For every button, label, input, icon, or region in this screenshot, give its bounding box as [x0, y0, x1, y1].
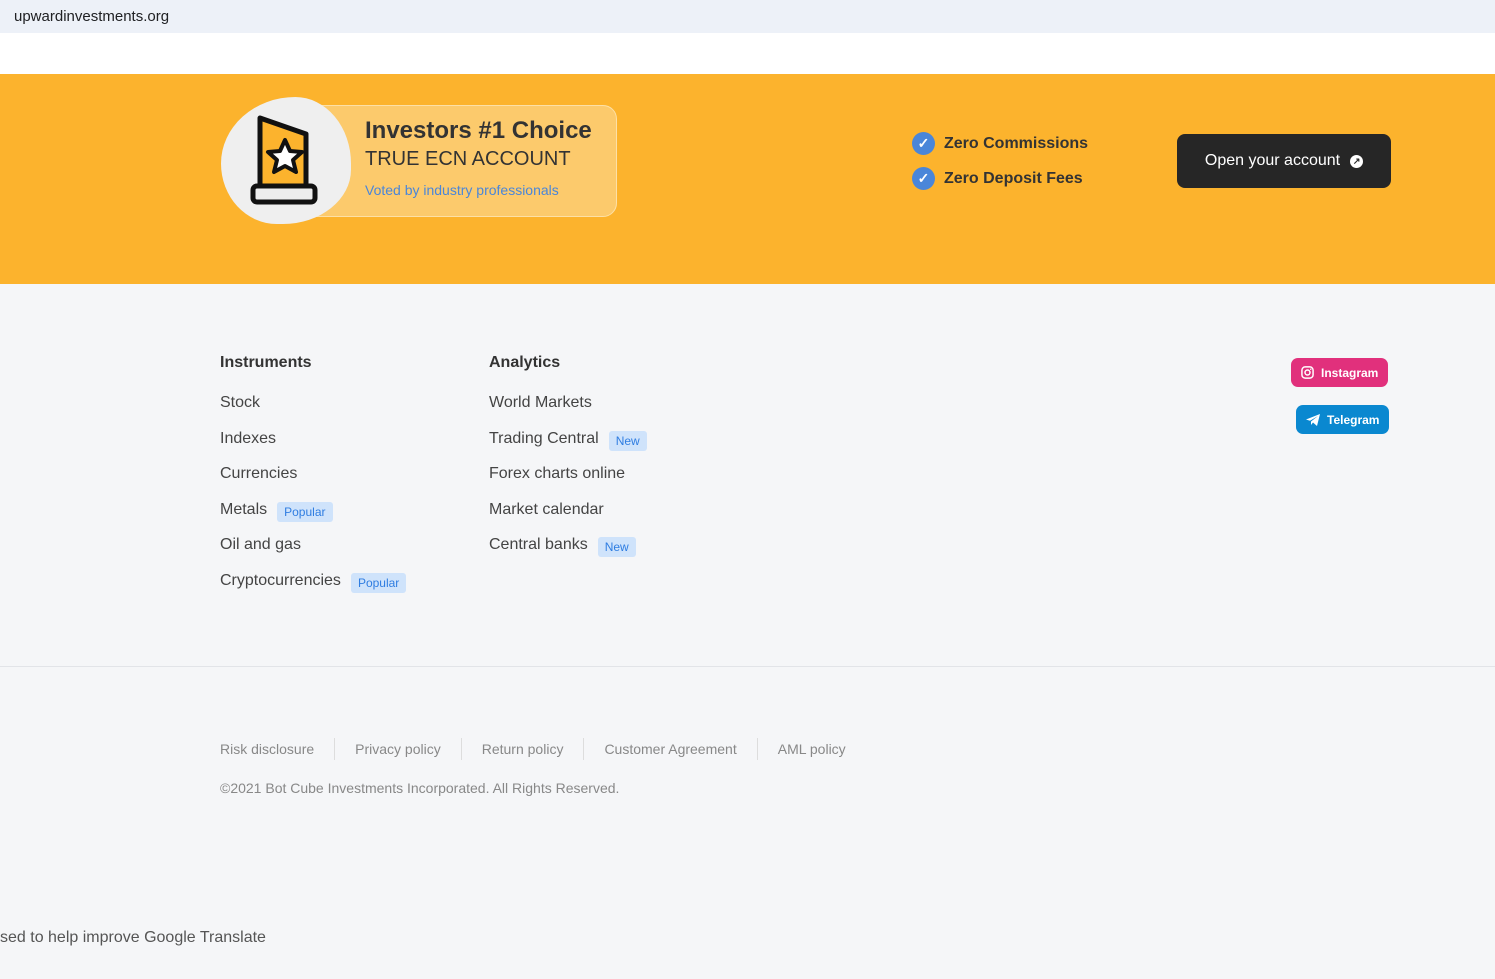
instrument-link[interactable]: Stock: [220, 394, 406, 430]
instrument-link[interactable]: Cryptocurrencies Popular: [220, 571, 407, 608]
url-text: upwardinvestments.org: [14, 8, 170, 25]
telegram-button[interactable]: Telegram: [1296, 405, 1390, 434]
footer-link[interactable]: AML policy: [756, 738, 866, 760]
footer-link[interactable]: Risk disclosure: [220, 738, 334, 760]
link-label: Trading Central: [489, 429, 599, 447]
instrument-link[interactable]: Metals Popular: [220, 501, 406, 537]
open-account-button[interactable]: Open your account ↗: [1177, 134, 1391, 188]
footer-link[interactable]: Customer Agreement: [583, 738, 756, 760]
link-label: Indexes: [220, 429, 277, 447]
new-badge: New: [608, 430, 647, 451]
button-label: Telegram: [1327, 412, 1380, 427]
arrow-up-right-icon: ↗: [1350, 154, 1364, 168]
popular-badge: Popular: [350, 572, 407, 593]
check-icon: ✓: [912, 167, 935, 190]
instagram-button[interactable]: Instagram: [1291, 358, 1389, 387]
link-label: Currencies: [220, 465, 298, 482]
feature-label: Zero Deposit Fees: [944, 169, 1083, 187]
divider: [0, 666, 1495, 667]
link-label: Stock: [220, 394, 261, 411]
analytics-link[interactable]: Central banks New: [489, 536, 647, 572]
award-title: Investors #1 Choice: [365, 117, 592, 144]
link-label: Oil and gas: [220, 536, 301, 553]
analytics-link[interactable]: World Markets: [489, 394, 647, 430]
award-tagline: Voted by industry professionals: [365, 182, 559, 198]
new-badge: New: [597, 537, 636, 557]
link-label: Market calendar: [489, 500, 604, 518]
address-bar[interactable]: upwardinvestments.org: [0, 0, 1495, 33]
analytics-link[interactable]: Market calendar: [489, 501, 647, 537]
analytics-link[interactable]: Forex charts online: [489, 465, 647, 501]
check-icon: ✓: [912, 132, 935, 155]
link-label: World Markets: [489, 394, 592, 411]
instruments-column: Instruments Stock Indexes Currencies Met…: [220, 354, 407, 608]
instruments-heading: Instruments: [220, 354, 312, 371]
instrument-link[interactable]: Currencies: [220, 465, 406, 501]
footer-link[interactable]: Privacy policy: [334, 738, 461, 760]
feature-label: Zero Commissions: [944, 134, 1089, 152]
link-label: Central banks: [489, 536, 588, 553]
telegram-icon: [1306, 413, 1320, 426]
button-label: Open your account: [1204, 152, 1341, 169]
footer-link[interactable]: Return policy: [460, 738, 584, 760]
link-label: Metals: [220, 500, 268, 518]
feature-item: ✓ Zero Commissions: [912, 132, 1088, 155]
translate-notice: sed to help improve Google Translate: [0, 929, 266, 946]
header-spacer: [0, 33, 1495, 74]
copyright: ©2021 Bot Cube Investments Incorporated.…: [220, 780, 620, 796]
feature-item: ✓ Zero Deposit Fees: [912, 167, 1083, 190]
instrument-link[interactable]: Oil and gas: [220, 536, 406, 572]
link-label: Forex charts online: [489, 465, 626, 482]
analytics-column: Analytics World Markets Trading Central N…: [489, 354, 647, 572]
instrument-link[interactable]: Indexes: [220, 430, 406, 466]
popular-badge: Popular: [277, 501, 333, 522]
award-subtitle: TRUE ECN ACCOUNT: [365, 148, 571, 170]
analytics-heading: Analytics: [489, 354, 561, 371]
legal-links: Risk disclosure Privacy policy Return po…: [220, 738, 866, 760]
button-label: Instagram: [1321, 365, 1379, 380]
instagram-icon: [1301, 366, 1314, 379]
promo-banner: Investors #1 Choice TRUE ECN ACCOUNT Vot…: [0, 74, 1495, 284]
trophy-icon: [250, 115, 318, 205]
link-label: Cryptocurrencies: [220, 571, 341, 589]
analytics-link[interactable]: Trading Central New: [489, 430, 647, 466]
